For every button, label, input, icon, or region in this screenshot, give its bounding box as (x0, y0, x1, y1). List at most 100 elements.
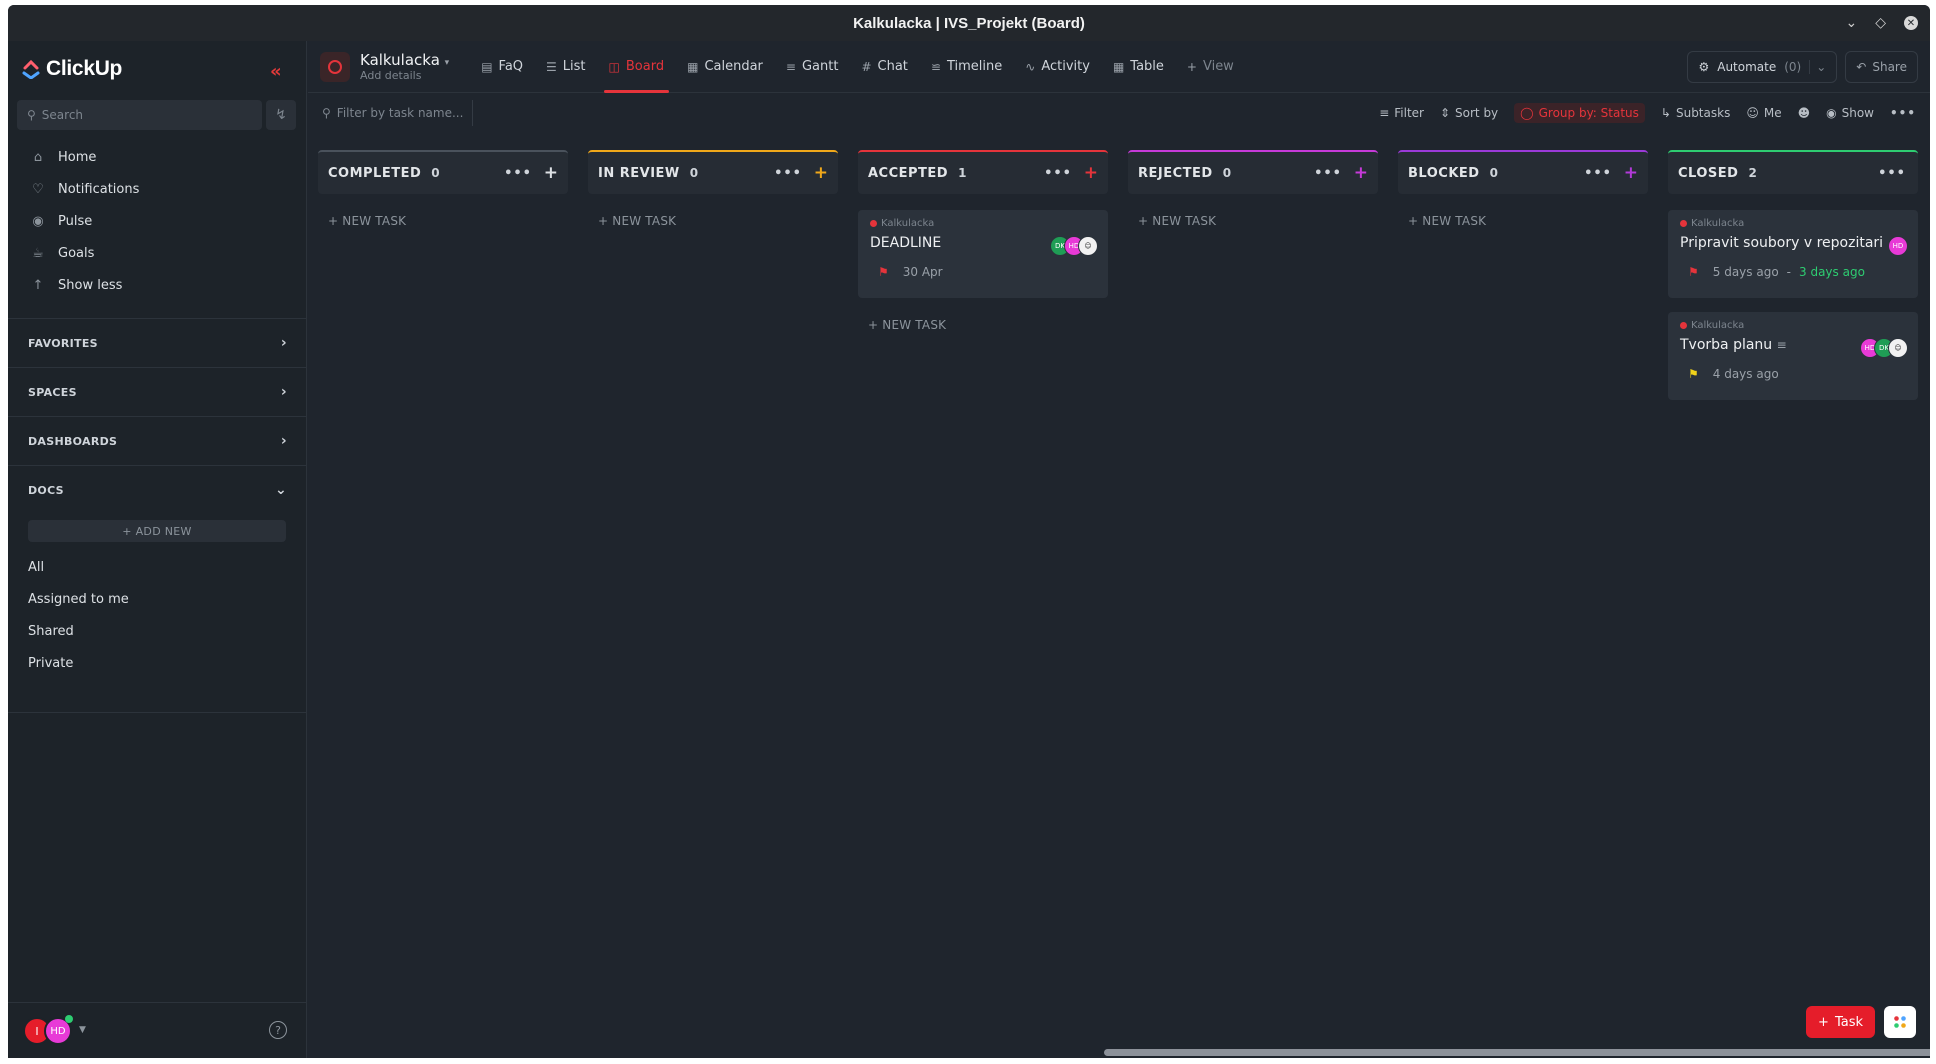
new-task-button[interactable]: + NEW TASK (1128, 214, 1378, 228)
show-button[interactable]: ◉ Show (1826, 106, 1874, 120)
tab-table[interactable]: ▦ Table (1101, 41, 1175, 93)
list-color-dot (1680, 322, 1687, 329)
add-task-button[interactable]: + Task (1806, 1006, 1875, 1038)
column-accepted: ACCEPTED 1 ••• + Kalkulacka DEADLINE ⚑ 3… (858, 150, 1108, 332)
project-icon[interactable] (320, 51, 350, 82)
column-header[interactable]: REJECTED 0 ••• + (1128, 150, 1378, 194)
minimize-icon[interactable]: ⌄ (1845, 15, 1857, 31)
sidebar-item-home[interactable]: ⌂ Home (20, 141, 296, 173)
share-label: Share (1872, 60, 1907, 74)
new-task-button[interactable]: + NEW TASK (318, 214, 568, 228)
column-header[interactable]: ACCEPTED 1 ••• + (858, 150, 1108, 194)
task-card[interactable]: Kalkulacka Tvorba planu ≡ ⚑ 4 days ago H… (1668, 312, 1918, 400)
tab-board[interactable]: ◫ Board (597, 41, 676, 93)
date-separator: - (1786, 265, 1792, 279)
flag-icon[interactable]: ⚑ (1688, 265, 1699, 279)
automate-button[interactable]: ⚙ Automate (0) ⌄ (1687, 51, 1838, 83)
task-card[interactable]: Kalkulacka DEADLINE ⚑ 30 Apr DK HD ☺ (858, 210, 1108, 298)
tab-calendar[interactable]: ▦ Calendar (675, 41, 774, 93)
view-header: Kalkulacka ▾ Add details ▤ FaQ ☰ List ◫ Boa… (308, 41, 1930, 93)
column-header[interactable]: CLOSED 2 ••• (1668, 150, 1918, 194)
add-task-icon[interactable]: + (544, 163, 558, 183)
more-options-icon[interactable]: ••• (774, 166, 802, 181)
apps-grid-icon[interactable] (1884, 1006, 1916, 1038)
new-task-button[interactable]: + NEW TASK (588, 214, 838, 228)
board: COMPLETED 0 ••• + + NEW TASK IN REVIEW 0… (308, 132, 1930, 1058)
flag-icon[interactable]: ⚑ (878, 265, 889, 279)
due-date: 3 days ago (1799, 265, 1865, 279)
add-new-doc-button[interactable]: + ADD NEW (28, 520, 286, 542)
sidebar-item-pulse[interactable]: ◉ Pulse (20, 205, 296, 237)
more-options-icon[interactable]: ••• (1044, 166, 1072, 181)
bell-icon: ♡ (32, 181, 44, 197)
avatar: ☺ (1078, 236, 1098, 256)
section-favorites[interactable]: FAVORITES › (8, 318, 307, 367)
group-by-button[interactable]: ◯ Group by: Status (1514, 103, 1645, 123)
docs-item-assigned[interactable]: Assigned to me (28, 583, 129, 615)
column-header[interactable]: COMPLETED 0 ••• + (318, 150, 568, 194)
tab-list[interactable]: ☰ List (534, 41, 597, 93)
docs-item-all[interactable]: All (28, 551, 129, 583)
help-icon[interactable]: ? (269, 1021, 287, 1039)
card-assignees[interactable]: HD DK ☺ (1860, 338, 1908, 358)
sidebar-item-goals[interactable]: ☕ Goals (20, 237, 296, 269)
tab-timeline[interactable]: ≌ Timeline (919, 41, 1013, 93)
column-title: REJECTED (1138, 165, 1213, 181)
add-task-icon[interactable]: + (1354, 163, 1368, 183)
caret-down-icon[interactable]: ▼ (79, 1025, 86, 1035)
subtasks-button[interactable]: ↳ Subtasks (1661, 106, 1730, 120)
chevron-down-icon[interactable]: ⌄ (1809, 60, 1826, 74)
new-task-button[interactable]: + NEW TASK (858, 318, 1108, 332)
horizontal-scrollbar[interactable] (1104, 1049, 1930, 1056)
search-input[interactable]: ⚲ Search (17, 100, 262, 130)
section-spaces[interactable]: SPACES › (8, 367, 307, 416)
docs-item-shared[interactable]: Shared (28, 615, 129, 647)
tab-faq[interactable]: ▤ FaQ (469, 41, 534, 93)
tab-chat[interactable]: # Chat (849, 41, 918, 93)
docs-item-private[interactable]: Private (28, 647, 129, 679)
column-header[interactable]: BLOCKED 0 ••• + (1398, 150, 1648, 194)
maximize-icon[interactable]: ◇ (1875, 15, 1886, 31)
bolt-icon[interactable]: ↯ (266, 100, 296, 130)
project-add-details[interactable]: Add details (360, 69, 449, 82)
more-options-icon[interactable]: ••• (1314, 166, 1342, 181)
column-blocked: BLOCKED 0 ••• + + NEW TASK (1398, 150, 1648, 228)
filter-task-input[interactable]: ⚲ Filter by task name... (318, 100, 473, 126)
sidebar-item-notifications[interactable]: ♡ Notifications (20, 173, 296, 205)
tab-activity[interactable]: ∿ Activity (1013, 41, 1101, 93)
column-count: 1 (958, 166, 967, 180)
card-meta: ⚑ 30 Apr (870, 265, 1096, 279)
sidebar-item-show-less[interactable]: ↑ Show less (20, 269, 296, 301)
collapse-sidebar-icon[interactable]: « (270, 61, 282, 82)
close-icon[interactable]: ✕ (1904, 16, 1918, 30)
add-task-icon[interactable]: + (1624, 163, 1638, 183)
more-options-icon[interactable]: ••• (504, 166, 532, 181)
sidebar-nav: ⌂ Home ♡ Notifications ◉ Pulse ☕ Goals ↑… (20, 141, 296, 301)
task-card[interactable]: Kalkulacka Pripravit soubory v repozitar… (1668, 210, 1918, 298)
add-task-icon[interactable]: + (814, 163, 828, 183)
more-options-icon[interactable]: ••• (1584, 166, 1612, 181)
sort-button[interactable]: ⇕ Sort by (1440, 106, 1498, 120)
section-dashboards[interactable]: DASHBOARDS › (8, 416, 307, 465)
flag-icon[interactable]: ⚑ (1688, 367, 1699, 381)
window-title: Kalkulacka | IVS_Projekt (Board) (853, 14, 1085, 32)
tab-gantt[interactable]: ≡ Gantt (774, 41, 850, 93)
column-count: 0 (431, 166, 440, 180)
card-assignees[interactable]: HD (1888, 236, 1908, 256)
me-button[interactable]: ☺ Me (1746, 106, 1781, 120)
filter-button[interactable]: ≡ Filter (1379, 106, 1424, 120)
project-title[interactable]: Kalkulacka ▾ Add details (360, 51, 449, 82)
home-icon: ⌂ (33, 149, 43, 165)
clickup-logo[interactable]: ClickUp (22, 57, 122, 81)
new-task-button[interactable]: + NEW TASK (1398, 214, 1648, 228)
add-view-button[interactable]: + View (1175, 41, 1245, 93)
more-options-icon[interactable]: ••• (1878, 166, 1906, 181)
add-task-icon[interactable]: + (1084, 163, 1098, 183)
card-list-name: Kalkulacka (870, 218, 1096, 229)
column-header[interactable]: IN REVIEW 0 ••• + (588, 150, 838, 194)
section-docs[interactable]: DOCS ⌄ (8, 465, 307, 514)
more-options-icon[interactable]: ••• (1890, 106, 1916, 120)
card-assignees[interactable]: DK HD ☺ (1050, 236, 1098, 256)
assignees-button[interactable]: ☻ (1798, 106, 1811, 120)
share-button[interactable]: ↶ Share (1845, 51, 1918, 83)
